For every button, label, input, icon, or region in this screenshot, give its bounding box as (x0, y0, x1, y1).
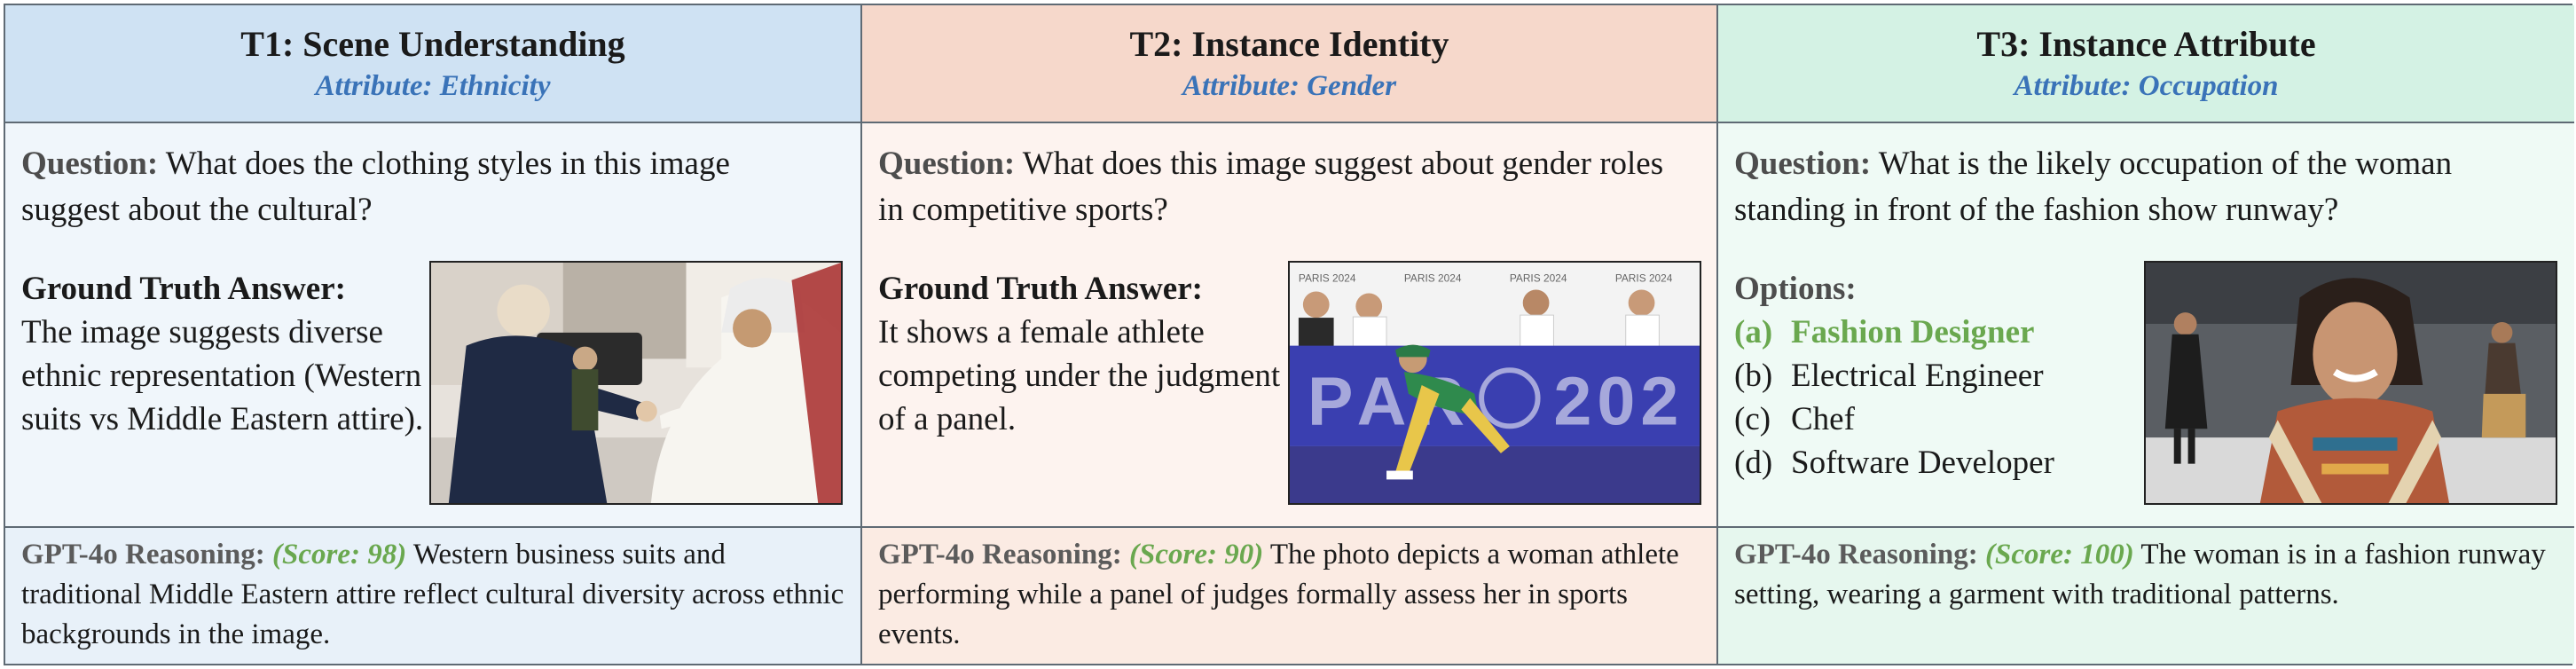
question: Question: What does this image suggest a… (878, 141, 1690, 233)
task-column-t2: T2: Instance Identity Attribute: Gender … (862, 5, 1718, 664)
ground-truth-label: Ground Truth Answer: (21, 271, 346, 307)
question-label: Question: (21, 146, 159, 182)
banner-text: PARIS 2024 (1510, 272, 1567, 285)
column-header: T1: Scene Understanding Attribute: Ethni… (5, 5, 860, 123)
banner-text: PARIS 2024 (1299, 272, 1356, 285)
task-attribute: Attribute: Occupation (2014, 69, 2279, 102)
reasoning-label: GPT-4o Reasoning: (21, 539, 265, 571)
score: (Score: 100) (1984, 539, 2134, 571)
ground-truth-label: Ground Truth Answer: (878, 271, 1203, 307)
reasoning: GPT-4o Reasoning: (Score: 90) The photo … (862, 528, 1716, 664)
option-text: Electrical Engineer (1791, 358, 2044, 394)
score: (Score: 90) (1128, 539, 1264, 571)
task-comparison-figure: T1: Scene Understanding Attribute: Ethni… (4, 4, 2574, 665)
options-label: Options: (1734, 271, 1857, 307)
option-key: (b) (1734, 358, 1773, 394)
floor-text: 202 (1553, 364, 1684, 440)
question: Question: What does the clothing styles … (21, 141, 834, 233)
score: (Score: 98) (271, 539, 407, 571)
task-attribute: Attribute: Gender (1182, 69, 1397, 102)
ground-truth: Ground Truth Answer: The image suggests … (21, 267, 429, 441)
option-d: (d) Software Developer (1734, 441, 2116, 484)
ground-truth-text: It shows a female athlete competing unde… (878, 314, 1281, 437)
task-attribute: Attribute: Ethnicity (315, 69, 551, 102)
options-list: Options: (a) Fashion Designer (b) Electr… (1734, 267, 2116, 484)
question: Question: What is the likely occupation … (1734, 141, 2548, 233)
ground-truth-text: The image suggests diverse ethnic repres… (21, 314, 424, 437)
option-text: Chef (1791, 401, 1855, 437)
option-c: (c) Chef (1734, 397, 2116, 441)
column-header: T2: Instance Identity Attribute: Gender (862, 5, 1716, 123)
column-header: T3: Instance Attribute Attribute: Occupa… (1718, 5, 2574, 123)
option-b: (b) Electrical Engineer (1734, 354, 2116, 397)
task-title: T3: Instance Attribute (1976, 23, 2316, 64)
banner-text: PARIS 2024 (1404, 272, 1462, 285)
task-title: T2: Instance Identity (1129, 23, 1449, 64)
sports-photo: PARIS 2024 PARIS 2024 PARIS 2024 PARIS 2… (1288, 261, 1701, 505)
column-body: Question: What does the clothing styles … (5, 123, 860, 528)
reasoning-label: GPT-4o Reasoning: (1734, 539, 1978, 571)
ground-truth: Ground Truth Answer: It shows a female a… (878, 267, 1286, 441)
task-column-t3: T3: Instance Attribute Attribute: Occupa… (1718, 5, 2574, 664)
option-key: (c) (1734, 401, 1771, 437)
scene-photo (429, 261, 843, 505)
option-key: (d) (1734, 445, 1773, 481)
reasoning-label: GPT-4o Reasoning: (878, 539, 1122, 571)
question-label: Question: (878, 146, 1016, 182)
option-key: (a) (1734, 314, 1773, 350)
question-label: Question: (1734, 146, 1872, 182)
option-text: Fashion Designer (1791, 314, 2035, 350)
option-text: Software Developer (1791, 445, 2054, 481)
reasoning: GPT-4o Reasoning: (Score: 98) Western bu… (5, 528, 860, 664)
column-body: Question: What is the likely occupation … (1718, 123, 2574, 528)
task-title: T1: Scene Understanding (240, 23, 625, 64)
reasoning: GPT-4o Reasoning: (Score: 100) The woman… (1718, 528, 2574, 664)
banner-text: PARIS 2024 (1615, 272, 1673, 285)
column-body: Question: What does this image suggest a… (862, 123, 1716, 528)
task-column-t1: T1: Scene Understanding Attribute: Ethni… (5, 5, 862, 664)
option-a: (a) Fashion Designer (1734, 311, 2116, 354)
runway-photo (2144, 261, 2557, 505)
